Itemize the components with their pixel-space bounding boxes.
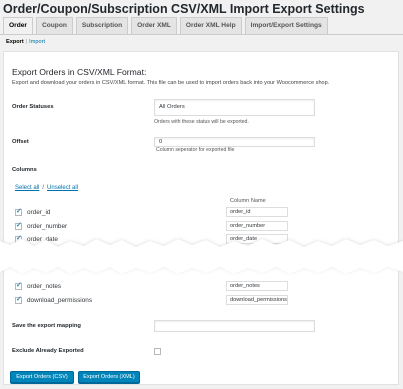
select-links-slash: / xyxy=(42,185,45,191)
checkmark-icon: ✓ xyxy=(16,208,22,215)
column-field-label: order_id xyxy=(27,209,51,216)
column-checkbox[interactable]: ✓ xyxy=(15,282,22,290)
columns-label: Columns xyxy=(12,167,37,173)
export-heading: Export Orders in CSV/XML Format: xyxy=(12,67,147,77)
column-row: ✓ order_id order_id xyxy=(12,207,302,218)
subnav-import-link[interactable]: Import xyxy=(29,39,45,45)
settings-tabs: Order Coupon Subscription Order XML Orde… xyxy=(3,17,331,34)
checkmark-icon: ✓ xyxy=(16,282,22,289)
column-field-label: order_date xyxy=(27,236,58,243)
column-name-input[interactable]: order_id xyxy=(226,207,288,217)
column-row: ✓ order_date order_date xyxy=(12,234,302,245)
offset-label: Offset xyxy=(12,139,29,145)
export-description: Export and download your orders in CSV/X… xyxy=(12,80,330,86)
exclude-exported-label: Exclude Already Exported xyxy=(12,348,84,354)
order-statuses-select[interactable]: All Orders xyxy=(154,99,315,116)
column-field-label: order_number xyxy=(27,223,68,230)
column-row: ✓ order_notes order_notes xyxy=(12,281,302,292)
export-panel: Export Orders in CSV/XML Format: Export … xyxy=(3,51,399,385)
save-mapping-input[interactable] xyxy=(154,320,315,332)
tab-coupon[interactable]: Coupon xyxy=(35,17,73,34)
offset-help: Column seperator for exported file xyxy=(156,147,235,153)
subnav-export[interactable]: Export xyxy=(6,39,24,45)
column-name-input[interactable]: order_number xyxy=(226,221,288,231)
subnav-separator: | xyxy=(25,39,28,45)
page-title: Order/Coupon/Subscription CSV/XML Import… xyxy=(3,2,365,16)
column-name-input[interactable]: order_notes xyxy=(226,281,288,291)
tab-order-xml[interactable]: Order XML xyxy=(131,17,177,34)
tab-import-export-settings[interactable]: Import/Export Settings xyxy=(244,17,328,34)
offset-input[interactable]: 0 xyxy=(154,137,315,147)
column-checkbox[interactable]: ✓ xyxy=(15,208,22,216)
order-statuses-help: Orders with these status will be exporte… xyxy=(154,119,249,125)
tabs-divider xyxy=(0,34,403,35)
export-csv-button[interactable]: Export Orders (CSV) xyxy=(10,371,74,383)
column-row: ✓ order_number order_number xyxy=(12,221,302,232)
tab-subscription[interactable]: Subscription xyxy=(75,17,129,34)
column-field-label: download_permissions xyxy=(27,297,93,304)
column-checkbox[interactable]: ✓ xyxy=(15,296,22,304)
tab-order[interactable]: Order xyxy=(3,17,33,34)
column-row: ✓ download_permissions download_permissi… xyxy=(12,295,302,306)
order-statuses-label: Order Statuses xyxy=(12,104,54,110)
export-xml-button[interactable]: Export Orders (XML) xyxy=(78,371,140,383)
column-name-input[interactable]: download_permissions xyxy=(226,295,288,305)
subnav: Export | Import xyxy=(6,39,45,45)
checkmark-icon: ✓ xyxy=(16,235,22,242)
column-name-input[interactable]: order_date xyxy=(226,234,288,244)
column-checkbox[interactable]: ✓ xyxy=(15,235,22,243)
tab-order-xml-help[interactable]: Order XML Help xyxy=(179,17,242,34)
select-links: Select all / Unselect all xyxy=(15,185,78,191)
select-all-link[interactable]: Select all xyxy=(15,185,39,191)
checkmark-icon: ✓ xyxy=(16,296,22,303)
column-field-label: order_notes xyxy=(27,283,62,290)
checkmark-icon: ✓ xyxy=(16,222,22,229)
column-checkbox[interactable]: ✓ xyxy=(15,222,22,230)
save-mapping-label: Save the export mapping xyxy=(12,323,81,329)
column-name-header: Column Name xyxy=(230,198,266,204)
exclude-exported-checkbox[interactable] xyxy=(154,348,161,355)
unselect-all-link[interactable]: Unselect all xyxy=(47,185,78,191)
